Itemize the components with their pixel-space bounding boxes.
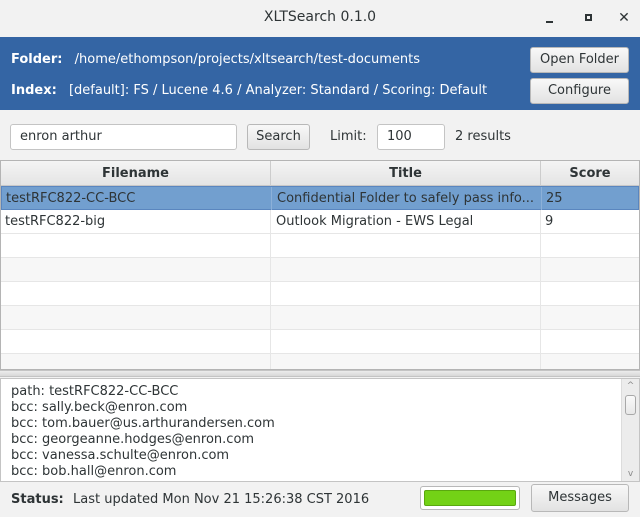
messages-button[interactable]: Messages [531, 484, 629, 512]
cell-filename: testRFC822-big [1, 210, 271, 233]
document-details[interactable]: path: testRFC822-CC-BCC bcc: sally.beck@… [0, 378, 640, 482]
maximize-icon[interactable] [581, 10, 597, 26]
folder-path: /home/ethompson/projects/xltsearch/test-… [74, 52, 421, 67]
detail-text: path: testRFC822-CC-BCC bcc: sally.beck@… [11, 384, 275, 480]
limit-label: Limit: [330, 129, 367, 144]
split-pane-divider[interactable] [0, 370, 640, 377]
scroll-up-icon[interactable]: ^ [622, 381, 639, 391]
empty-row [1, 258, 639, 282]
search-input[interactable]: enron arthur [10, 124, 237, 150]
detail-line: bcc: georgeanne.hodges@enron.com [11, 432, 255, 447]
cell-title: Outlook Migration - EWS Legal [271, 210, 541, 233]
column-header-score[interactable]: Score [541, 161, 639, 186]
open-folder-button[interactable]: Open Folder [530, 47, 629, 73]
folder-label: Folder: [11, 52, 63, 67]
cell-title: Confidential Folder to safely pass info.… [272, 187, 542, 210]
empty-row [1, 234, 639, 258]
cell-score: 25 [546, 191, 563, 206]
cell-score: 9 [545, 214, 554, 229]
status-label: Status: [11, 492, 64, 507]
limit-input[interactable]: 100 [377, 124, 445, 150]
minimize-icon[interactable] [542, 10, 558, 26]
empty-row [1, 330, 639, 354]
title-bar: XLTSearch 0.1.0 ✕ [0, 0, 640, 37]
folder-row: Folder: /home/ethompson/projects/xltsear… [11, 52, 420, 67]
detail-line: bcc: bob.hall@enron.com [11, 464, 177, 479]
close-icon[interactable]: ✕ [616, 10, 632, 26]
scrollbar-thumb[interactable] [625, 395, 636, 415]
detail-line: bcc: sally.beck@enron.com [11, 400, 188, 415]
table-body: testRFC822-CC-BCC Confidential Folder to… [1, 186, 639, 369]
index-header: Folder: /home/ethompson/projects/xltsear… [0, 37, 640, 110]
progress-fill [424, 490, 516, 506]
empty-row [1, 306, 639, 330]
empty-row [1, 282, 639, 306]
vertical-scrollbar[interactable]: ^ v [621, 379, 639, 481]
results-table: Filename Title Score testRFC822-CC-BCC C… [0, 160, 640, 370]
table-row[interactable]: testRFC822-big Outlook Migration - EWS L… [1, 210, 639, 234]
scroll-down-icon[interactable]: v [622, 469, 639, 479]
configure-button[interactable]: Configure [530, 78, 629, 104]
results-count: 2 results [455, 129, 511, 144]
column-header-title[interactable]: Title [271, 161, 541, 186]
table-header: Filename Title Score [1, 161, 639, 186]
column-header-filename[interactable]: Filename [1, 161, 271, 186]
index-label: Index: [11, 83, 57, 98]
empty-row [1, 354, 639, 369]
detail-line: path: testRFC822-CC-BCC [11, 384, 179, 399]
detail-line: bcc: vanessa.schulte@enron.com [11, 448, 230, 463]
search-button[interactable]: Search [247, 124, 310, 150]
cell-filename: testRFC822-CC-BCC [2, 187, 272, 210]
table-row[interactable]: testRFC822-CC-BCC Confidential Folder to… [1, 186, 639, 210]
progress-bar [420, 486, 520, 510]
detail-line: bcc: tom.bauer@us.arthurandersen.com [11, 416, 275, 431]
status-text: Last updated Mon Nov 21 15:26:38 CST 201… [73, 492, 370, 507]
index-info: [default]: FS / Lucene 4.6 / Analyzer: S… [68, 83, 488, 98]
index-row: Index: [default]: FS / Lucene 4.6 / Anal… [11, 83, 487, 98]
